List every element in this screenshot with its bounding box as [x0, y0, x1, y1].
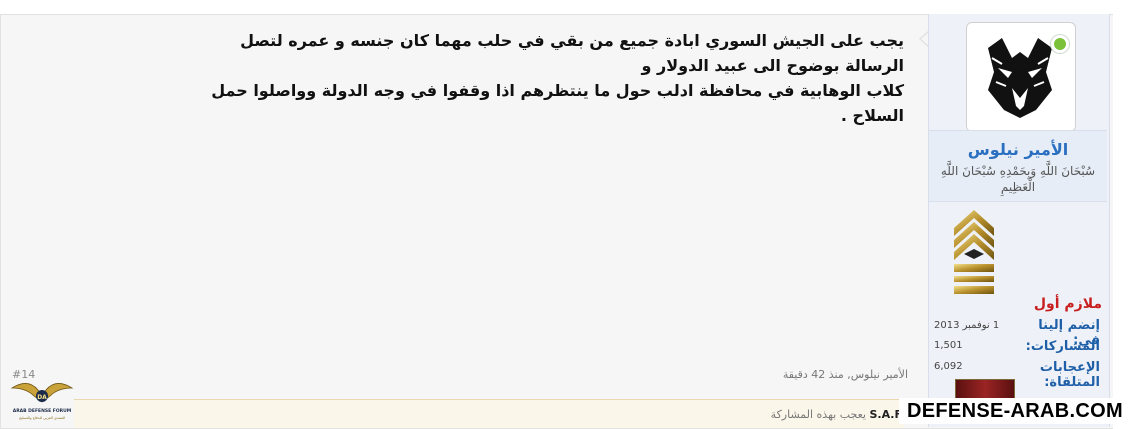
logo-text: ARAB DEFENSE FORUM: [13, 408, 72, 414]
joined-value: 1 نوفمبر 2013: [934, 320, 1000, 331]
post-author-time[interactable]: الأمير نيلوس, منذ 42 دقيقة: [600, 368, 908, 381]
user-name-block: الأمير نيلوس سُبْحَانَ اللَّهِ وَبِحَمْد…: [929, 130, 1107, 202]
username-link[interactable]: الأمير نيلوس: [929, 141, 1107, 159]
posts-label: المشاركات:: [1025, 339, 1100, 354]
posts-value[interactable]: 1,501: [934, 340, 963, 351]
likes-suffix: يعجب بهذه المشاركة: [770, 408, 866, 421]
user-rank-title: ملازم أول: [1033, 296, 1102, 312]
likes-received-value: 6,092: [934, 361, 963, 372]
message-line-2: كلاب الوهابية في محافظة ادلب حول ما ينتظ…: [211, 81, 904, 125]
online-status-indicator: [1051, 35, 1069, 53]
user-title: سُبْحَانَ اللَّهِ وَبِحَمْدِهِ سُبْحَانَ…: [940, 164, 1096, 194]
rank-insignia-icon: [954, 210, 994, 294]
likes-summary: S.A.F يعجب بهذه المشاركة: [760, 408, 902, 421]
forum-logo: DA ARAB DEFENSE FORUM المنتدى العربي للد…: [10, 383, 74, 420]
logo-subtext: المنتدى العربي للدفاع والتسليح: [19, 416, 65, 420]
logo-abbr: DA: [37, 394, 47, 401]
site-watermark: DEFENSE-ARAB.COM: [899, 398, 1131, 424]
message-line-1: يجب على الجيش السوري ابادة جميع من بقي ف…: [240, 31, 904, 75]
liker-name-link[interactable]: S.A.F: [869, 408, 902, 421]
post-message: يجب على الجيش السوري ابادة جميع من بقي ف…: [190, 28, 904, 128]
